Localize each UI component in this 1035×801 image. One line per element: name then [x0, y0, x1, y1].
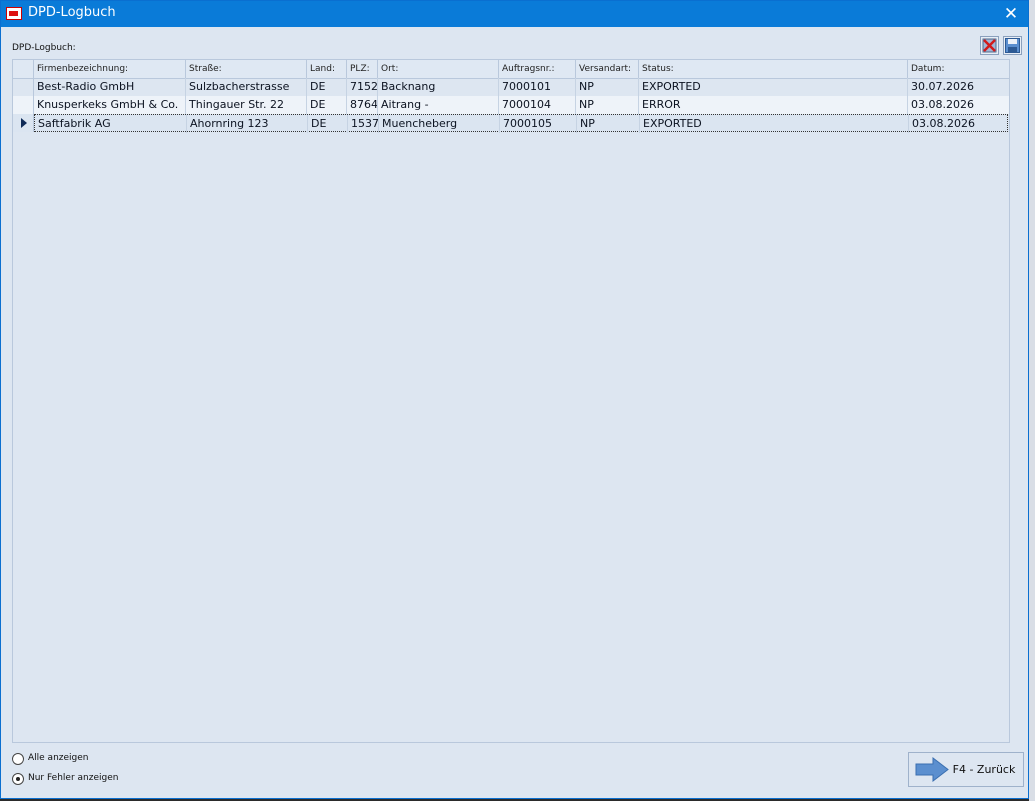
- column-header-status[interactable]: Status:: [639, 60, 908, 78]
- back-button[interactable]: F4 - Zurück: [908, 752, 1024, 787]
- column-header-firma[interactable]: Firmenbezeichnung:: [34, 60, 186, 78]
- cell-strasse: Sulzbacherstrasse: [186, 78, 307, 96]
- title-bar[interactable]: DPD-Logbuch ✕: [1, 1, 1028, 27]
- cell-versandart: NP: [576, 96, 639, 114]
- logbook-table: Firmenbezeichnung: Straße: Land: PLZ: Or…: [12, 59, 1010, 743]
- table-row[interactable]: Best-Radio GmbH Sulzbacherstrasse DE 715…: [13, 78, 1009, 96]
- floppy-disk-icon: [1005, 38, 1020, 53]
- errors-only-label[interactable]: Nur Fehler anzeigen: [28, 773, 118, 783]
- cell-land: DE: [307, 96, 347, 114]
- cell-plz: 7152: [347, 78, 378, 96]
- cell-plz: 8764: [347, 96, 378, 114]
- cell-datum: 03.08.2026: [912, 117, 975, 130]
- cell-ort: Aitrang -: [378, 96, 499, 114]
- show-all-label[interactable]: Alle anzeigen: [28, 753, 89, 763]
- save-button[interactable]: [1003, 36, 1022, 55]
- current-row-arrow-icon: [21, 118, 27, 128]
- window-title: DPD-Logbuch: [28, 5, 116, 20]
- errors-only-radio[interactable]: [12, 773, 24, 785]
- cell-status: EXPORTED: [640, 115, 909, 133]
- column-header-auftrag[interactable]: Auftragsnr.:: [499, 60, 576, 78]
- background-window-edge: [1029, 0, 1035, 801]
- cell-versandart: NP: [577, 115, 640, 133]
- cell-ort: Muencheberg: [379, 115, 500, 133]
- column-header-land[interactable]: Land:: [307, 60, 347, 78]
- column-header-datum[interactable]: Datum:: [908, 60, 1009, 78]
- row-indicator[interactable]: [13, 114, 34, 132]
- cell-versandart: NP: [576, 78, 639, 96]
- cell-land: DE: [308, 115, 348, 133]
- cell-auftrag: 7000105: [500, 115, 577, 133]
- cell-firma: Knusperkeks GmbH & Co.: [34, 96, 186, 114]
- app-logo-icon: [6, 7, 22, 20]
- cell-firma: Best-Radio GmbH: [34, 78, 186, 96]
- column-header-strasse[interactable]: Straße:: [186, 60, 307, 78]
- cell-auftrag: 7000104: [499, 96, 576, 114]
- close-button[interactable]: ✕: [1000, 3, 1022, 25]
- back-button-label: F4 - Zurück: [952, 763, 1016, 776]
- show-all-radio[interactable]: [12, 753, 24, 765]
- cell-datum: 03.08.2026: [911, 98, 974, 111]
- cell-datum: 30.07.2026: [911, 80, 974, 93]
- column-header-ort[interactable]: Ort:: [378, 60, 499, 78]
- cell-plz: 1537: [348, 115, 379, 133]
- dpd-logbuch-window: DPD-Logbuch ✕ DPD-Logbuch: Firmenbezeich…: [0, 0, 1029, 799]
- cell-status: ERROR: [639, 96, 908, 114]
- table-row[interactable]: Knusperkeks GmbH & Co. Thingauer Str. 22…: [13, 96, 1009, 114]
- cell-ort: Backnang: [378, 78, 499, 96]
- row-body: Saftfabrik AG Ahornring 123 DE 1537 Muen…: [34, 114, 1008, 133]
- delete-button[interactable]: [980, 36, 999, 55]
- row-body: Knusperkeks GmbH & Co. Thingauer Str. 22…: [34, 96, 1008, 114]
- cell-strasse: Thingauer Str. 22: [186, 96, 307, 114]
- row-body: Best-Radio GmbH Sulzbacherstrasse DE 715…: [34, 78, 1008, 96]
- table-header: Firmenbezeichnung: Straße: Land: PLZ: Or…: [13, 60, 1009, 79]
- delete-x-icon: [982, 38, 997, 53]
- arrow-right-icon: [915, 757, 949, 782]
- cell-strasse: Ahornring 123: [187, 115, 308, 133]
- table-row-selected[interactable]: Saftfabrik AG Ahornring 123 DE 1537 Muen…: [13, 114, 1009, 133]
- row-indicator[interactable]: [13, 78, 34, 96]
- cell-land: DE: [307, 78, 347, 96]
- cell-firma: Saftfabrik AG: [35, 115, 187, 133]
- row-indicator-header: [13, 60, 34, 78]
- column-header-versandart[interactable]: Versandart:: [576, 60, 639, 78]
- row-indicator[interactable]: [13, 96, 34, 114]
- cell-status: EXPORTED: [639, 78, 908, 96]
- cell-auftrag: 7000101: [499, 78, 576, 96]
- section-label: DPD-Logbuch:: [12, 43, 76, 53]
- column-header-plz[interactable]: PLZ:: [347, 60, 378, 78]
